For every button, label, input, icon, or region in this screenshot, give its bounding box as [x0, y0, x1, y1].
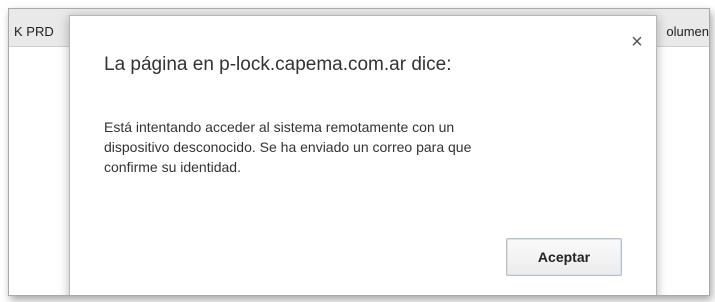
dialog-title: La página en p-lock.capema.com.ar dice: [104, 54, 452, 75]
dialog-message-line: confirme su identidad. [104, 159, 241, 175]
browser-page: K PRD olumen La página en p-lock.capema.… [8, 8, 710, 296]
dialog-message-line: dispositivo desconocido. Se ha enviado u… [104, 139, 472, 155]
page-header-text-right: olumen [666, 24, 709, 39]
alert-dialog: La página en p-lock.capema.com.ar dice: … [69, 15, 657, 295]
close-icon[interactable]: × [628, 32, 646, 52]
dialog-message: Está intentando acceder al sistema remot… [104, 117, 624, 177]
dialog-message-line: Está intentando acceder al sistema remot… [104, 119, 455, 135]
accept-button[interactable]: Aceptar [506, 238, 622, 276]
page-header-text-left: K PRD [14, 24, 54, 39]
